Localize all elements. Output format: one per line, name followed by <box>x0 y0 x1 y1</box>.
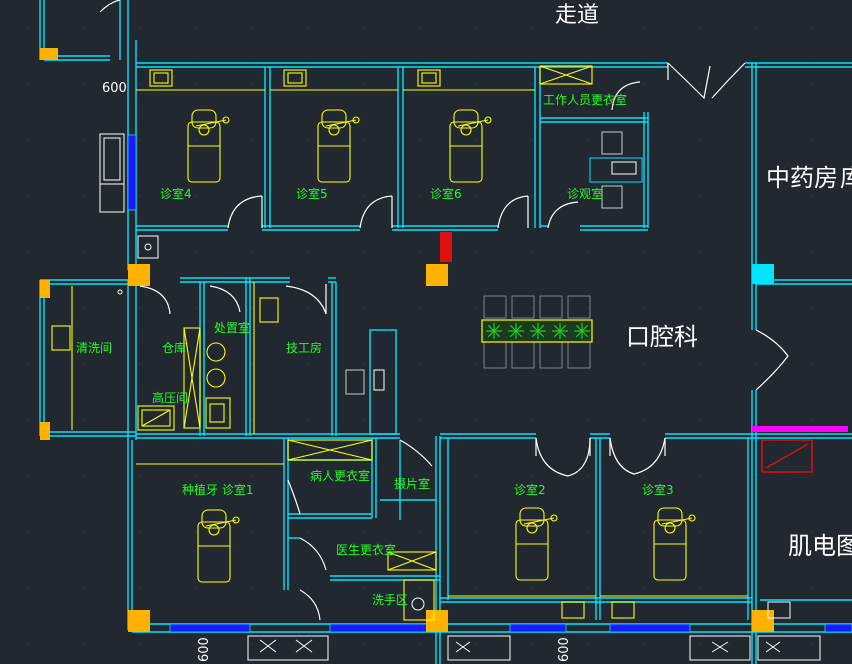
label-autoclave-room: 高压间 <box>152 390 188 405</box>
dental-chairs <box>187 109 696 583</box>
red-box <box>761 439 813 473</box>
dental-chair <box>187 109 230 183</box>
label-consult-room: 诊观室 <box>567 186 603 201</box>
dimension-600-top: 600 <box>102 81 127 96</box>
dental-chair <box>653 507 696 581</box>
walls <box>39 0 852 664</box>
label-storage: 仓库 <box>162 340 186 355</box>
label-corridor: 走道 <box>555 3 599 28</box>
planter <box>481 319 593 343</box>
label-exam-room-2: 诊室2 <box>514 482 546 497</box>
floor-plan-drawing: 走道 中药房 库 口腔科 肌电图 诊室4 诊室5 诊室6 工作人员更衣室 诊观室… <box>0 0 852 664</box>
desk-chair <box>345 369 385 395</box>
doors <box>99 0 789 621</box>
label-exam-room-4: 诊室4 <box>160 186 192 201</box>
small-sinks <box>117 235 791 619</box>
label-xray-room: 摄片室 <box>394 476 430 491</box>
column-cyan <box>752 264 774 284</box>
red-marker <box>440 232 452 262</box>
ac-units <box>99 133 821 661</box>
magenta-marker <box>752 426 848 432</box>
label-pharmacy: 中药房 <box>766 164 838 192</box>
dental-chair <box>515 507 558 581</box>
label-exam-room-5: 诊室5 <box>296 186 328 201</box>
background-grid <box>0 0 841 645</box>
dental-chair <box>197 509 240 583</box>
label-emg-room: 肌电图 <box>788 532 852 560</box>
floor-plan: 走道 中药房 库 口腔科 肌电图 诊室4 诊室5 诊室6 工作人员更衣室 诊观室… <box>0 0 852 664</box>
label-exam-room-3: 诊室3 <box>642 482 674 497</box>
label-technician-room: 技工房 <box>286 340 322 355</box>
label-staff-change: 工作人员更衣室 <box>543 92 627 107</box>
label-disposal-room: 处置室 <box>214 320 250 335</box>
label-dental-room-1: 种植牙 诊室1 <box>182 482 253 497</box>
dental-chair <box>449 109 492 183</box>
label-cleaning-room: 清洗间 <box>76 341 112 355</box>
label-pharmacy-suffix: 库 <box>840 164 852 192</box>
dimension-600-bottom-left: 600 <box>197 637 212 662</box>
label-handwash: 洗手区 <box>372 593 408 607</box>
label-exam-room-6: 诊室6 <box>430 186 462 201</box>
dental-chair <box>317 109 360 183</box>
label-dental-dept: 口腔科 <box>626 323 698 351</box>
windows <box>127 134 852 633</box>
dimension-600-bottom-mid: 600 <box>557 637 572 662</box>
label-doctor-change: 医生更衣室 <box>336 542 396 557</box>
label-patient-change: 病人更衣室 <box>310 468 370 483</box>
